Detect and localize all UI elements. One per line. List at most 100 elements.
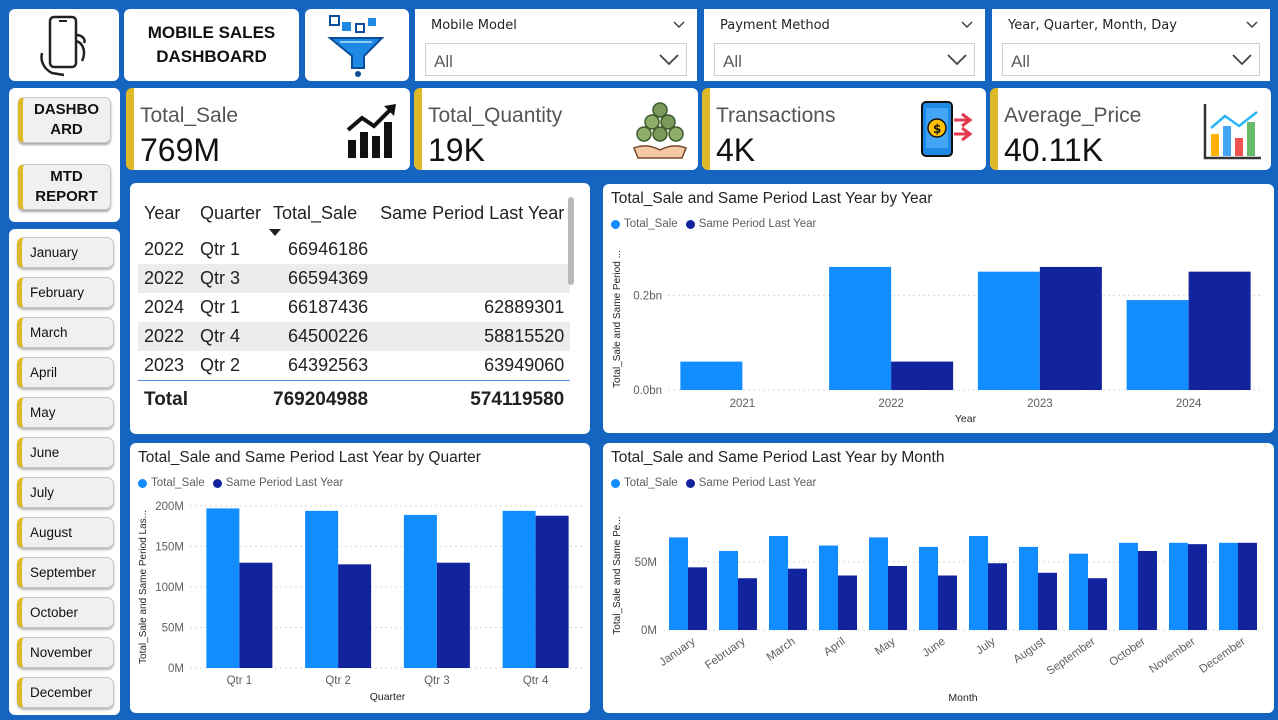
kpi-label: Total_Sale — [140, 104, 239, 127]
bar-same-period — [838, 575, 857, 630]
slicer-date-hierarchy[interactable]: Year, Quarter, Month, Day All — [992, 9, 1270, 81]
x-tick-label: September — [1045, 636, 1098, 678]
bar-same-period — [938, 575, 957, 630]
column-header-total-sale[interactable]: Total_Sale — [267, 191, 374, 236]
slicer-payment-method[interactable]: Payment Method All — [704, 9, 985, 81]
x-tick-label: March — [765, 636, 798, 664]
month-button-february[interactable]: February — [17, 277, 114, 308]
bar-same-period — [436, 562, 470, 668]
bar-same-period — [239, 562, 273, 668]
month-button-june[interactable]: June — [17, 437, 114, 468]
chevron-down-icon — [1232, 54, 1252, 66]
bar-total-sale — [1126, 300, 1189, 390]
x-tick-label: 2024 — [1176, 398, 1202, 410]
bar-total-sale — [829, 266, 892, 390]
x-tick-label: 2023 — [1027, 398, 1053, 410]
x-tick-label: July — [974, 635, 998, 657]
chart-by-quarter: 0M 50M 100M 150M 200M Qtr 1 Qtr 2 Qtr 3 Qtr 4 Qua… — [138, 501, 585, 703]
chart-by-quarter-panel: Total_Sale and Same Period Last Year by … — [130, 443, 590, 713]
month-button-march[interactable]: March — [17, 317, 114, 348]
chevron-down-icon[interactable] — [1244, 16, 1260, 32]
dashboard-button[interactable]: DASHBO ARD — [18, 97, 111, 143]
bar-same-period — [535, 515, 569, 668]
bar-same-period — [1188, 544, 1207, 630]
month-button-january[interactable]: January — [17, 237, 114, 268]
month-button-august[interactable]: August — [17, 517, 114, 548]
bar-total-sale — [206, 508, 240, 668]
bar-total-sale — [502, 510, 536, 668]
kpi-label: Transactions — [716, 104, 836, 127]
y-tick-label: 150M — [155, 542, 184, 554]
bar-total-sale — [719, 550, 738, 630]
slicer-dropdown[interactable]: All — [1002, 43, 1260, 76]
bar-total-sale — [669, 537, 688, 630]
month-button-september[interactable]: September — [17, 557, 114, 588]
svg-text:$: $ — [933, 122, 941, 136]
slicer-mobile-model[interactable]: Mobile Model All — [415, 9, 697, 81]
bar-total-sale — [680, 361, 743, 390]
funnel-icon — [327, 15, 385, 77]
x-tick-label: Qtr 1 — [227, 675, 253, 687]
y-tick-label: 0M — [641, 625, 657, 637]
bar-same-period — [788, 568, 807, 630]
bar-same-period — [1188, 271, 1251, 390]
cell-same-period — [374, 235, 570, 264]
growth-chart-icon — [346, 104, 396, 158]
chevron-down-icon[interactable] — [959, 16, 975, 32]
sales-table-panel: Year Quarter Total_Sale Same Period Last… — [130, 183, 590, 434]
chart-by-month-panel: Total_Sale and Same Period Last Year by … — [603, 443, 1274, 713]
cell-total-sale: 66594369 — [267, 264, 375, 293]
month-button-april[interactable]: April — [17, 357, 114, 388]
chevron-down-icon[interactable] — [671, 16, 687, 32]
kpi-total-sale: Total_Sale 769M — [126, 88, 410, 170]
kpi-average-price: Average_Price 40.11K — [990, 88, 1271, 170]
kpi-value: 19K — [428, 132, 485, 168]
column-header-quarter[interactable]: Quarter — [194, 191, 267, 235]
mtd-button-label: MTD — [50, 168, 83, 185]
x-tick-label: November — [1147, 636, 1197, 676]
title-line-1: MOBILE SALES — [147, 23, 276, 42]
cell-total-label: Total — [138, 379, 194, 420]
month-button-july[interactable]: July — [17, 477, 114, 508]
y-axis-title: Total_Sale and Same Period Las... — [138, 510, 149, 664]
cell-total-sale: 66946186 — [288, 239, 369, 259]
slicer-dropdown[interactable]: All — [425, 43, 687, 76]
table-scrollbar[interactable] — [568, 197, 574, 285]
slicer-label: Payment Method — [720, 18, 830, 33]
mtd-report-button[interactable]: MTD REPORT — [18, 164, 111, 210]
slicer-value: All — [434, 52, 453, 71]
slicer-value: All — [723, 52, 742, 71]
kpi-transactions: Transactions 4K $ — [702, 88, 986, 170]
slicer-dropdown[interactable]: All — [714, 43, 975, 76]
bar-same-period — [338, 564, 372, 668]
sort-desc-icon — [269, 229, 282, 236]
kpi-label: Average_Price — [1004, 104, 1142, 127]
x-tick-label: Qtr 2 — [325, 675, 351, 687]
coins-hand-icon — [633, 102, 687, 159]
month-button-may[interactable]: May — [17, 397, 114, 428]
chart-by-month: 0M 50M January February March April May June Jul… — [612, 516, 1263, 704]
month-button-december[interactable]: December — [17, 677, 114, 708]
month-button-october[interactable]: October — [17, 597, 114, 628]
x-tick-label: Qtr 4 — [523, 675, 549, 687]
x-tick-label: Qtr 3 — [424, 675, 450, 687]
table-row: 2022 Qtr 3 66594369 — [138, 264, 571, 293]
month-button-november[interactable]: November — [17, 637, 114, 668]
bar-total-sale — [403, 514, 437, 668]
bar-same-period — [1038, 572, 1057, 630]
bar-total-sale — [969, 535, 988, 630]
cell-empty — [193, 379, 268, 420]
filter-icon-card[interactable] — [305, 9, 409, 81]
x-tick-label: October — [1107, 636, 1148, 669]
bar-same-period — [891, 361, 954, 390]
x-tick-label: April — [822, 636, 848, 659]
slicer-label: Mobile Model — [431, 18, 517, 33]
column-header-year[interactable]: Year — [138, 191, 194, 235]
table-row: 2022 Qtr 4 64500226 58815520 — [138, 322, 571, 351]
slicer-value: All — [1011, 52, 1030, 71]
dashboard-button-label: ARD — [50, 121, 83, 138]
bar-total-sale — [819, 545, 838, 630]
column-header-same-period[interactable]: Same Period Last Year — [374, 191, 570, 235]
bar-total-sale — [977, 271, 1040, 390]
x-tick-label: August — [1012, 635, 1049, 666]
